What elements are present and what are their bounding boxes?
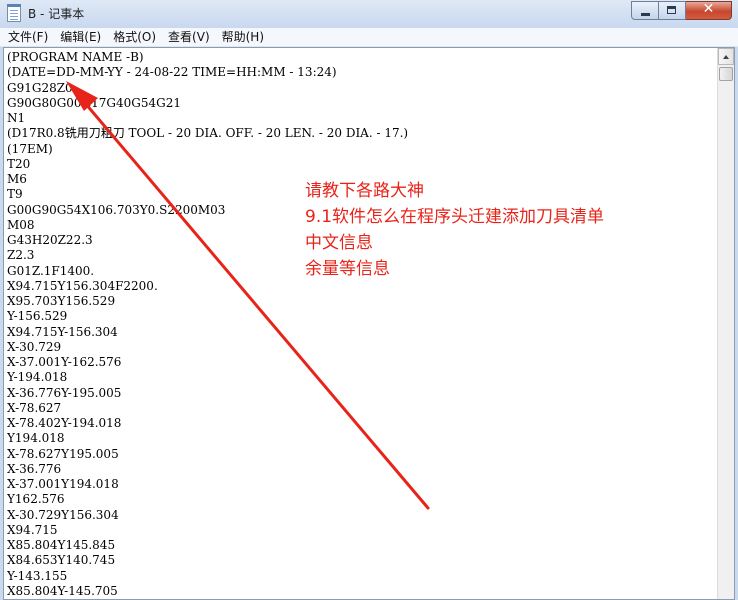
annotation-line: 余量等信息	[305, 259, 390, 279]
annotation-line: 请教下各路大神	[305, 181, 424, 201]
code-line: X85.804Y-145.705	[7, 583, 118, 598]
code-line: (DATE=DD-MM-YY - 24-08-22 TIME=HH:MM - 1…	[7, 65, 337, 80]
maximize-button[interactable]	[659, 1, 686, 20]
code-line: X-78.402Y-194.018	[7, 416, 122, 430]
code-line: X-37.001Y194.018	[7, 477, 119, 491]
code-line: X-36.776	[7, 461, 62, 476]
code-line: X84.653Y140.745	[7, 553, 116, 568]
code-line: Y194.018	[7, 431, 65, 446]
code-line: X95.703Y156.529	[7, 294, 116, 308]
code-line: T20	[7, 156, 31, 171]
menu-bar: 文件(F) 编辑(E) 格式(O) 查看(V) 帮助(H)	[0, 28, 738, 47]
code-line: (17EM)	[7, 141, 53, 156]
annotation-line: 中文信息	[305, 233, 373, 253]
menu-format[interactable]: 格式(O)	[107, 28, 162, 46]
code-line: G91G28Z0.	[7, 80, 77, 95]
code-line: X94.715	[7, 522, 58, 537]
code-line: (D17R0.8铣用刀粗刀 TOOL - 20 DIA. OFF. - 20 L…	[7, 126, 409, 141]
code-line: (PROGRAM NAME -B)	[7, 50, 144, 64]
annotation-line: 9.1软件怎么在程序头迁建添加刀具清单	[305, 207, 605, 227]
vertical-scrollbar[interactable]	[717, 48, 734, 599]
title-bar[interactable]: B - 记事本 ✕	[0, 0, 738, 28]
code-line: X94.715Y-156.304	[7, 324, 118, 339]
window-title: B - 记事本	[28, 7, 85, 21]
text-editor[interactable]: (PROGRAM NAME -B) (DATE=DD-MM-YY - 24-08-…	[3, 47, 735, 600]
notepad-icon	[7, 4, 21, 22]
menu-view[interactable]: 查看(V)	[162, 28, 216, 46]
code-line: X-37.001Y-162.576	[7, 355, 122, 369]
code-line: X-78.627Y195.005	[7, 446, 119, 461]
code-line: Y-143.155	[7, 568, 68, 583]
close-button[interactable]: ✕	[686, 1, 732, 20]
code-line: X-36.776Y-195.005	[7, 385, 122, 400]
code-line: N1	[7, 111, 26, 125]
menu-help[interactable]: 帮助(H)	[216, 28, 270, 46]
code-line: X-30.729Y156.304	[7, 507, 119, 522]
scroll-up-button[interactable]	[718, 48, 734, 65]
maximize-icon	[667, 6, 676, 14]
code-line: Y-194.018	[7, 370, 68, 385]
close-icon: ✕	[702, 1, 715, 17]
code-line: X-78.627	[7, 400, 62, 415]
code-line: X-30.729	[7, 339, 62, 354]
scroll-thumb[interactable]	[719, 67, 733, 81]
menu-edit[interactable]: 编辑(E)	[54, 28, 107, 46]
menu-file[interactable]: 文件(F)	[2, 28, 54, 46]
minimize-icon	[641, 13, 650, 16]
minimize-button[interactable]	[631, 1, 659, 20]
code-line: Y162.576	[7, 492, 65, 507]
notepad-window: B - 记事本 ✕ 文件(F) 编辑(E) 格式(O) 查看(V) 帮助(H) …	[0, 0, 738, 600]
caption-buttons: ✕	[631, 1, 732, 20]
code-line: X85.804Y145.845	[7, 538, 116, 552]
code-line: Y-156.529	[7, 309, 68, 324]
document-text[interactable]: (PROGRAM NAME -B) (DATE=DD-MM-YY - 24-08-…	[7, 50, 714, 599]
annotation-text: 请教下各路大神 9.1软件怎么在程序头迁建添加刀具清单 中文信息余量等信息	[305, 178, 604, 282]
code-line: G90G80G00G17G40G54G21	[7, 95, 181, 110]
